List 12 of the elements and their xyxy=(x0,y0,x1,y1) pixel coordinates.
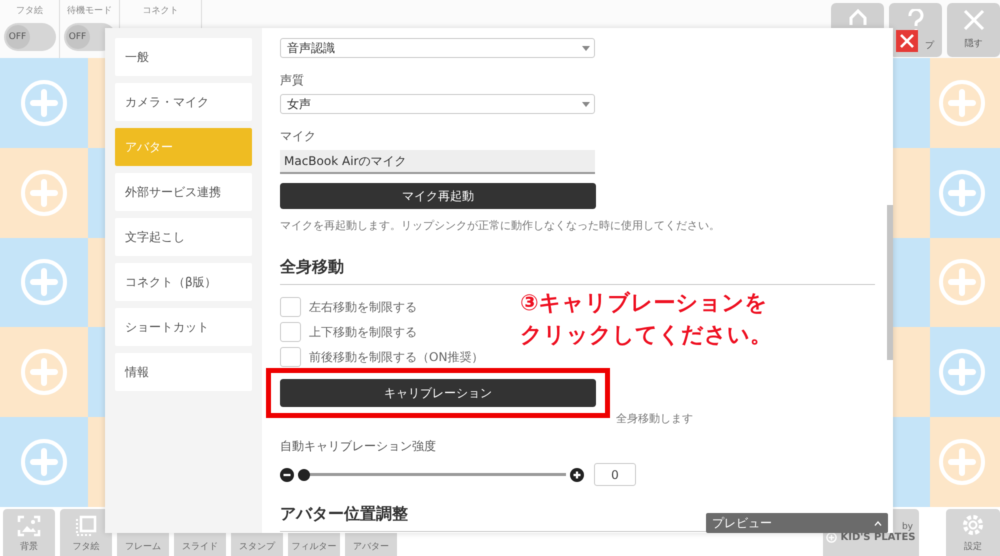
field-label: マイク xyxy=(280,128,317,145)
section-heading: 全身移動 xyxy=(280,257,875,285)
slider-label: 自動キャリブレーション強度 xyxy=(280,438,437,455)
toggle-label: フタ絵 xyxy=(16,4,43,17)
description-text: 全身移動します xyxy=(616,411,694,426)
help-text: マイクを再起動します。リップシンクが正常に動作しなくなった時に使用してください。 xyxy=(280,218,721,233)
checkbox-label: 左右移動を制限する xyxy=(309,298,417,316)
field-label: 声質 xyxy=(280,72,305,89)
toggle-label: 待機モード xyxy=(67,4,112,17)
checkbox-label: 前後移動を制限する（ON推奨） xyxy=(309,348,484,366)
checkbox-label: 上下移動を制限する xyxy=(309,324,417,340)
annotation-text: ③キャリブレーションを クリックしてください。 xyxy=(520,290,772,350)
